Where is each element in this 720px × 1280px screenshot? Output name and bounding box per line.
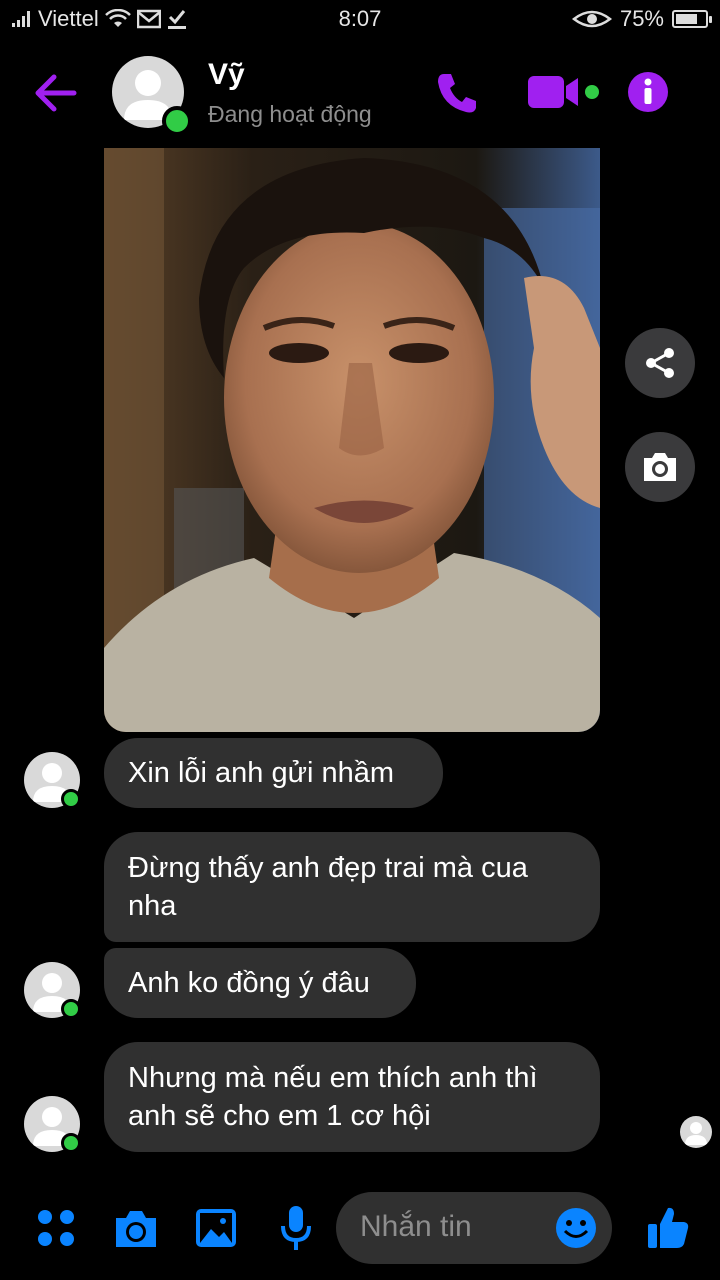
battery-percent: 75%	[619, 6, 664, 31]
selfie-image	[104, 148, 600, 732]
seen-receipt-avatar	[680, 1116, 712, 1148]
online-indicator	[61, 789, 81, 809]
online-indicator	[162, 106, 192, 136]
camera-icon	[644, 453, 676, 481]
message-text: Xin lỗi anh gửi nhầm	[128, 757, 395, 789]
online-indicator	[61, 1133, 81, 1153]
status-bar: Viettel 8:07 75%	[0, 0, 720, 38]
message-text: Đừng thấy anh đẹp trai mà cua nha	[128, 852, 528, 922]
microphone-icon[interactable]	[280, 1204, 312, 1252]
message-input-placeholder: Nhắn tin	[360, 1210, 472, 1243]
save-photo-button[interactable]	[625, 432, 695, 502]
contact-name[interactable]: Vỹ	[208, 58, 245, 92]
default-avatar-icon	[685, 1122, 707, 1145]
message-bubble[interactable]: Đừng thấy anh đẹp trai mà cua nha	[104, 832, 600, 942]
eye-icon	[571, 10, 612, 28]
info-icon[interactable]	[626, 70, 670, 114]
video-camera-icon[interactable]	[528, 74, 602, 110]
message-bubble[interactable]: Nhưng mà nếu em thích anh thì anh sẽ cho…	[104, 1042, 600, 1152]
photo-message[interactable]	[104, 148, 600, 732]
message-bubble[interactable]: Anh ko đồng ý đâu	[104, 948, 416, 1018]
share-icon	[646, 348, 674, 378]
emoji-icon[interactable]	[554, 1206, 598, 1250]
more-actions-icon[interactable]	[36, 1208, 76, 1248]
camera-icon[interactable]	[112, 1208, 160, 1250]
presence-status: Đang hoạt động	[208, 101, 372, 127]
gallery-icon[interactable]	[194, 1207, 238, 1249]
battery-icon	[672, 10, 712, 28]
share-button[interactable]	[625, 328, 695, 398]
message-bubble[interactable]: Xin lỗi anh gửi nhầm	[104, 738, 443, 808]
message-text: Anh ko đồng ý đâu	[128, 967, 370, 999]
phone-icon[interactable]	[434, 70, 480, 116]
thumbs-up-icon[interactable]	[646, 1204, 690, 1250]
message-text: Nhưng mà nếu em thích anh thì anh sẽ cho…	[128, 1062, 538, 1132]
back-arrow-icon[interactable]	[30, 70, 80, 116]
online-indicator	[61, 999, 81, 1019]
